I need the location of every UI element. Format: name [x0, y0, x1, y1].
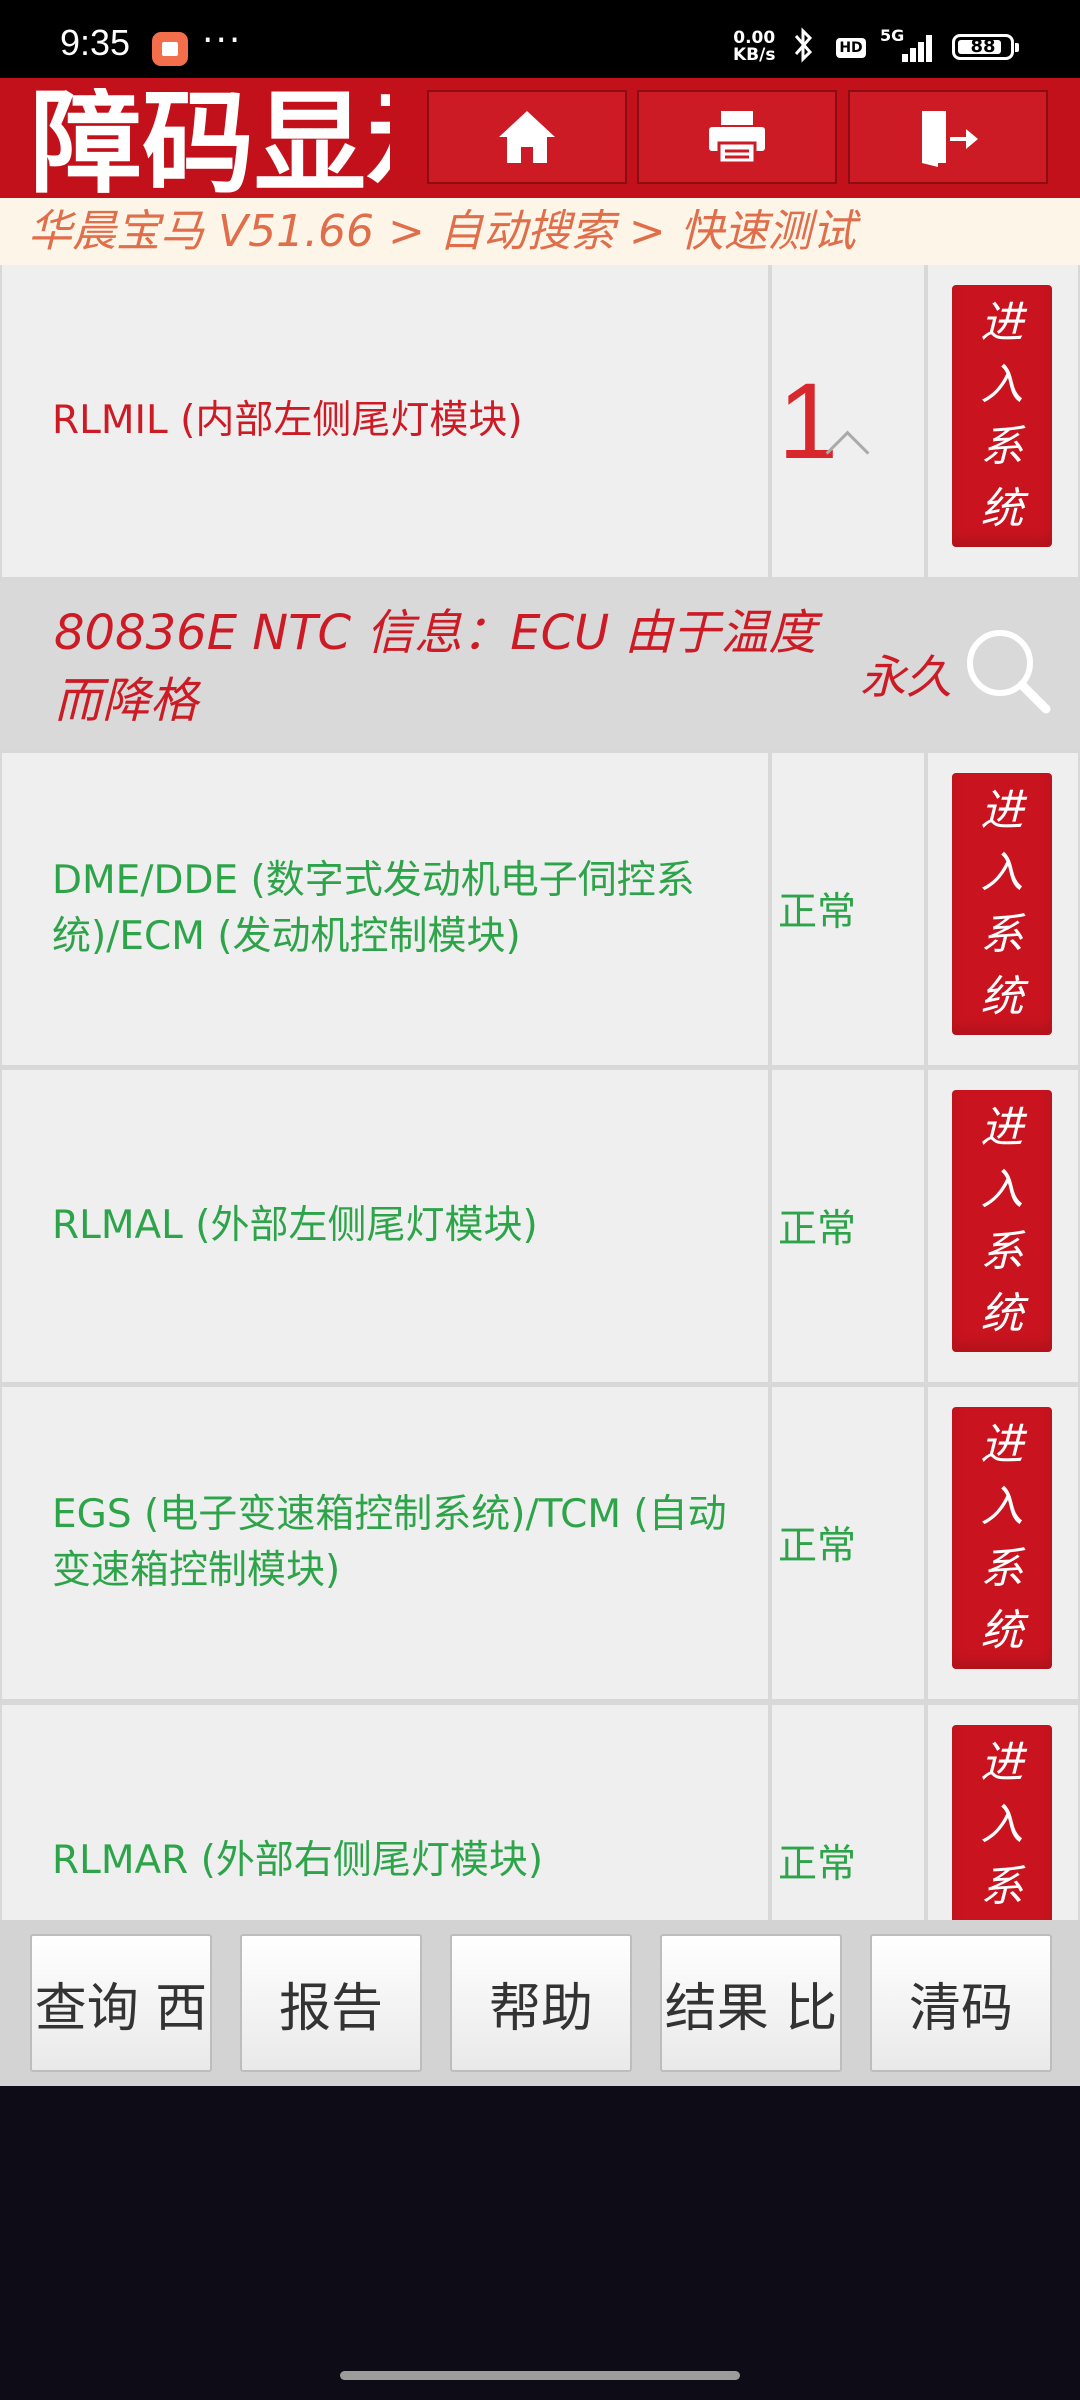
module-status: 正常	[772, 1387, 924, 1699]
network-speed-unit: KB/s	[733, 45, 776, 65]
breadcrumb: 华晨宝马 V51.66 > 自动搜索 > 快速测试	[0, 198, 1080, 265]
list-item: DME/DDE (数字式发动机电子伺控系统)/ECM (发动机控制模块) 正常 …	[0, 753, 1080, 1065]
home-button[interactable]	[427, 90, 627, 184]
clear-codes-button[interactable]: 清码	[870, 1934, 1052, 2072]
list-item: EGS (电子变速箱控制系统)/TCM (自动变速箱控制模块) 正常 进 入 系…	[0, 1387, 1080, 1699]
battery-level: 88	[970, 36, 996, 57]
battery-icon: 88	[952, 34, 1019, 60]
module-name: RLMAR (外部右侧尾灯模块)	[2, 1705, 768, 1920]
home-icon	[499, 111, 555, 163]
enter-system-button[interactable]: 进 入 系 统	[952, 285, 1052, 547]
dtc-search-button[interactable]	[960, 623, 1056, 723]
exit-icon	[922, 111, 978, 167]
help-button[interactable]: 帮助	[450, 1934, 632, 2072]
module-name: RLMIL (内部左侧尾灯模块)	[2, 265, 768, 577]
module-name: RLMAL (外部左侧尾灯模块)	[2, 1070, 768, 1382]
list-item: RLMIL (内部左侧尾灯模块) 1 进 入 系 统	[0, 265, 1080, 577]
query-button[interactable]: 查询 西	[30, 1934, 212, 2072]
module-status: 正常	[772, 1705, 924, 1920]
gesture-nav-handle[interactable]	[340, 2371, 740, 2380]
enter-system-button[interactable]: 进 入 系 统	[952, 1407, 1052, 1669]
fault-count: 1	[778, 360, 839, 481]
module-list[interactable]: RLMIL (内部左侧尾灯模块) 1 进 入 系 统 80836E NTC 信息…	[0, 265, 1080, 1920]
app-notification-icon	[152, 32, 188, 66]
dtc-description: 80836E NTC 信息：ECU 由于温度而降格	[54, 605, 817, 729]
compare-results-button[interactable]: 结果 比	[660, 1934, 842, 2072]
enter-system-button[interactable]: 进 入 系 统	[952, 1090, 1052, 1352]
fault-count-cell[interactable]: 1	[772, 265, 924, 577]
print-button[interactable]	[637, 90, 837, 184]
module-status: 正常	[772, 1070, 924, 1382]
enter-system-button[interactable]: 进 入 系 统	[952, 1725, 1052, 1920]
status-time: 9:35	[60, 22, 131, 63]
bottom-toolbar: 查询 西 报告 帮助 结果 比 清码	[0, 1920, 1080, 2086]
hd-icon: HD	[836, 38, 866, 58]
report-button[interactable]: 报告	[240, 1934, 422, 2072]
more-notifications-icon: ···	[202, 20, 243, 61]
module-name: EGS (电子变速箱控制系统)/TCM (自动变速箱控制模块)	[2, 1387, 768, 1699]
printer-icon	[709, 111, 765, 165]
list-item: RLMAR (外部右侧尾灯模块) 正常 进 入 系 统	[0, 1705, 1080, 1920]
page-title: 障码显示	[30, 88, 390, 200]
dtc-detail-row: 80836E NTC 信息：ECU 由于温度而降格 永久	[0, 581, 1080, 749]
module-status: 正常	[772, 753, 924, 1065]
dtc-state: 永久	[860, 650, 952, 704]
exit-button[interactable]	[848, 90, 1048, 184]
bluetooth-icon	[790, 26, 818, 72]
list-item: RLMAL (外部左侧尾灯模块) 正常 进 入 系 统	[0, 1070, 1080, 1382]
signal-label: 5G	[880, 26, 905, 45]
network-speed: 0.00 KB/s	[733, 30, 775, 64]
search-icon	[967, 630, 1051, 714]
module-name: DME/DDE (数字式发动机电子伺控系统)/ECM (发动机控制模块)	[2, 753, 768, 1065]
enter-system-button[interactable]: 进 入 系 统	[952, 773, 1052, 1035]
signal-icon: 5G	[880, 26, 938, 64]
status-bar: 9:35 ··· 0.00 KB/s HD 5G 88	[0, 0, 1080, 78]
